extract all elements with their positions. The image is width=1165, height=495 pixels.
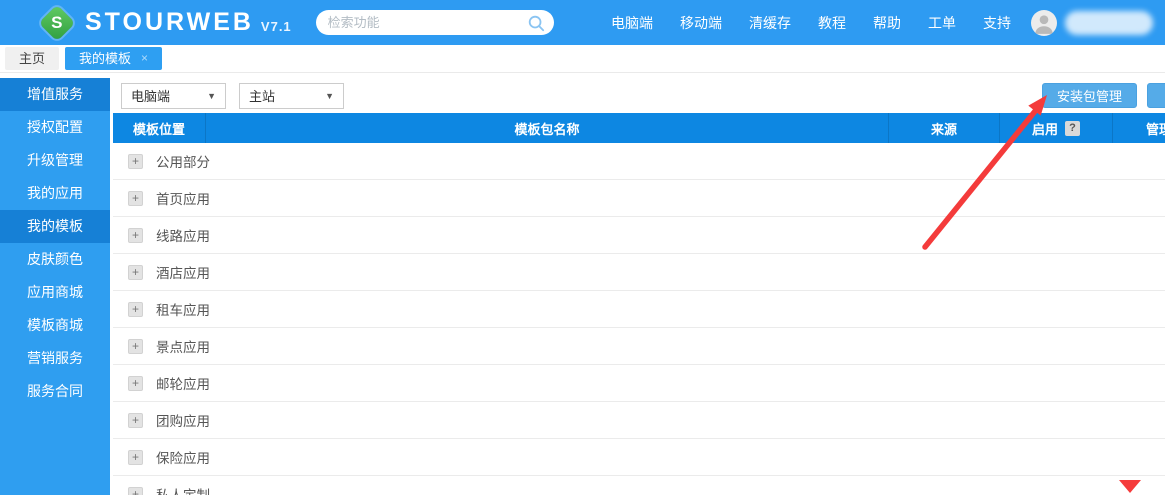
expand-plus-icon[interactable]: + xyxy=(128,228,143,243)
row-label: 公用部分 xyxy=(156,151,210,171)
version-label: V7.1 xyxy=(261,19,292,34)
row-label: 保险应用 xyxy=(156,447,210,467)
nav-item-tutorial[interactable]: 教程 xyxy=(818,13,846,33)
tab-home[interactable]: 主页 xyxy=(5,47,59,70)
header-enable: 启用 ? xyxy=(1000,113,1113,143)
table-row[interactable]: + 酒店应用 xyxy=(113,254,1165,291)
row-label: 景点应用 xyxy=(156,336,210,356)
row-label: 邮轮应用 xyxy=(156,373,210,393)
red-triangle-marker xyxy=(1119,480,1141,493)
header-template-package-name: 模板包名称 xyxy=(206,113,889,143)
sidebar-item-my-apps[interactable]: 我的应用 xyxy=(0,177,110,210)
header-source: 来源 xyxy=(889,113,1000,143)
nav-item-support[interactable]: 支持 xyxy=(983,13,1011,33)
device-select-value: 电脑端 xyxy=(131,86,170,105)
header-template-position: 模板位置 xyxy=(113,113,206,143)
brand-name: STOURWEB xyxy=(85,8,254,37)
tab-home-label: 主页 xyxy=(19,51,45,66)
nav-item-pc[interactable]: 电脑端 xyxy=(611,13,653,33)
search-box[interactable] xyxy=(316,10,554,35)
row-label: 租车应用 xyxy=(156,299,210,319)
expand-plus-icon[interactable]: + xyxy=(128,487,143,495)
topbar: S STOURWEB V7.1 电脑端 移动端 清缓存 教程 帮助 工单 支持 xyxy=(0,0,1165,45)
site-select-value: 主站 xyxy=(249,86,275,105)
search-icon[interactable] xyxy=(527,14,545,32)
expand-plus-icon[interactable]: + xyxy=(128,413,143,428)
install-package-manage-button[interactable]: 安装包管理 xyxy=(1042,83,1137,108)
table-row[interactable]: + 线路应用 xyxy=(113,217,1165,254)
clipped-secondary-button[interactable] xyxy=(1147,83,1165,108)
table-row[interactable]: + 保险应用 xyxy=(113,439,1165,476)
table-row[interactable]: + 私人定制 xyxy=(113,476,1165,495)
logo-letter: S xyxy=(51,13,62,33)
sidebar-item-template-store[interactable]: 模板商城 xyxy=(0,309,110,342)
app-logo: S STOURWEB V7.1 xyxy=(44,8,292,37)
device-select[interactable]: 电脑端 ▼ xyxy=(121,83,226,109)
row-label: 线路应用 xyxy=(156,225,210,245)
help-icon[interactable]: ? xyxy=(1065,121,1080,136)
tab-my-templates[interactable]: 我的模板 × xyxy=(65,47,162,70)
sidebar-item-app-store[interactable]: 应用商城 xyxy=(0,276,110,309)
header-manage: 管理 xyxy=(1113,113,1165,143)
nav-item-ticket[interactable]: 工单 xyxy=(928,13,956,33)
close-icon[interactable]: × xyxy=(141,47,148,70)
row-label: 团购应用 xyxy=(156,410,210,430)
chevron-down-icon: ▼ xyxy=(325,91,334,101)
toolbar-buttons: 安装包管理 xyxy=(1042,83,1165,108)
table-header: 模板位置 模板包名称 来源 启用 ? 管理 xyxy=(113,113,1165,143)
nav-item-clear-cache[interactable]: 清缓存 xyxy=(749,13,791,33)
header-enable-label: 启用 xyxy=(1032,119,1058,138)
table-row[interactable]: + 首页应用 xyxy=(113,180,1165,217)
nav-item-help[interactable]: 帮助 xyxy=(873,13,901,33)
expand-plus-icon[interactable]: + xyxy=(128,191,143,206)
table-body: + 公用部分 + 首页应用 + 线路应用 + 酒店应用 + 租车应用 + 景点应… xyxy=(113,143,1165,495)
chevron-down-icon: ▼ xyxy=(207,91,216,101)
row-label: 首页应用 xyxy=(156,188,210,208)
table-row[interactable]: + 公用部分 xyxy=(113,143,1165,180)
avatar[interactable] xyxy=(1031,10,1057,36)
table-row[interactable]: + 租车应用 xyxy=(113,291,1165,328)
table-row[interactable]: + 团购应用 xyxy=(113,402,1165,439)
username-redacted xyxy=(1065,11,1153,35)
sidebar-item-service-contract[interactable]: 服务合同 xyxy=(0,375,110,408)
row-label: 酒店应用 xyxy=(156,262,210,282)
search-input[interactable] xyxy=(328,15,527,30)
sidebar-item-marketing-services[interactable]: 营销服务 xyxy=(0,342,110,375)
content-layout: 增值服务 授权配置 升级管理 我的应用 我的模板 皮肤颜色 应用商城 模板商城 … xyxy=(0,78,1165,495)
sidebar-item-skin-colors[interactable]: 皮肤颜色 xyxy=(0,243,110,276)
toolbar: 电脑端 ▼ 主站 ▼ 安装包管理 xyxy=(113,78,1165,113)
sidebar-item-upgrade-management[interactable]: 升级管理 xyxy=(0,144,110,177)
table-row[interactable]: + 邮轮应用 xyxy=(113,365,1165,402)
expand-plus-icon[interactable]: + xyxy=(128,450,143,465)
expand-plus-icon[interactable]: + xyxy=(128,376,143,391)
expand-plus-icon[interactable]: + xyxy=(128,154,143,169)
row-label: 私人定制 xyxy=(156,484,210,495)
topbar-nav: 电脑端 移动端 清缓存 教程 帮助 工单 支持 xyxy=(611,13,1011,33)
main-panel: 电脑端 ▼ 主站 ▼ 安装包管理 模板位置 模板包名称 来源 启用 ? 管理 xyxy=(110,78,1165,495)
sidebar-item-value-added-services[interactable]: 增值服务 xyxy=(0,78,110,111)
logo-diamond-icon: S xyxy=(39,4,76,41)
expand-plus-icon[interactable]: + xyxy=(128,339,143,354)
tabbar: 主页 我的模板 × xyxy=(0,45,1165,73)
nav-item-mobile[interactable]: 移动端 xyxy=(680,13,722,33)
table-row[interactable]: + 景点应用 xyxy=(113,328,1165,365)
sidebar-item-auth-config[interactable]: 授权配置 xyxy=(0,111,110,144)
expand-plus-icon[interactable]: + xyxy=(128,265,143,280)
sidebar-item-my-templates[interactable]: 我的模板 xyxy=(0,210,110,243)
site-select[interactable]: 主站 ▼ xyxy=(239,83,344,109)
tab-my-templates-label: 我的模板 xyxy=(79,47,131,70)
expand-plus-icon[interactable]: + xyxy=(128,302,143,317)
person-icon xyxy=(1031,10,1057,36)
sidebar: 增值服务 授权配置 升级管理 我的应用 我的模板 皮肤颜色 应用商城 模板商城 … xyxy=(0,78,110,495)
